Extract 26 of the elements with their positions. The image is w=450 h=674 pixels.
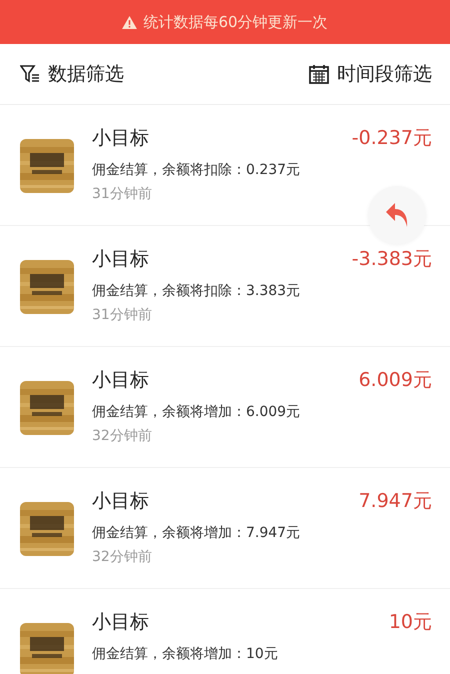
- amount: -3.383元: [352, 247, 432, 272]
- record-title: 小目标: [92, 368, 149, 393]
- filter-icon: [20, 64, 40, 84]
- data-filter-button[interactable]: 数据筛选: [20, 61, 124, 87]
- record-description: 佣金结算，余额将扣除：0.237元: [92, 161, 302, 179]
- timestamp: 31分钟前: [92, 185, 153, 203]
- notice-text: 统计数据每60分钟更新一次: [143, 12, 328, 32]
- record-title: 小目标: [92, 489, 149, 514]
- time-filter-button[interactable]: 时间段筛选: [309, 61, 432, 87]
- record-description: 佣金结算，余额将增加：7.947元: [92, 524, 302, 542]
- record-description: 佣金结算，余额将增加：6.009元: [92, 403, 302, 421]
- record-title: 小目标: [92, 610, 149, 635]
- amount: 6.009元: [358, 368, 432, 393]
- warning-icon: [122, 16, 138, 28]
- record-title: 小目标: [92, 126, 149, 151]
- calendar-icon: [309, 64, 329, 84]
- timestamp: 32分钟前: [92, 427, 153, 445]
- amount: 10元: [388, 610, 432, 635]
- record-description: 佣金结算，余额将增加：10元: [92, 645, 279, 663]
- amount: 7.947元: [358, 489, 432, 514]
- undo-arrow-icon: [385, 202, 409, 228]
- record-description: 佣金结算，余额将扣除：3.383元: [92, 282, 302, 300]
- timestamp: 32分钟前: [92, 548, 153, 566]
- amount: -0.237元: [352, 126, 432, 151]
- record-title: 小目标: [92, 247, 149, 272]
- timestamp: 31分钟前: [92, 306, 153, 324]
